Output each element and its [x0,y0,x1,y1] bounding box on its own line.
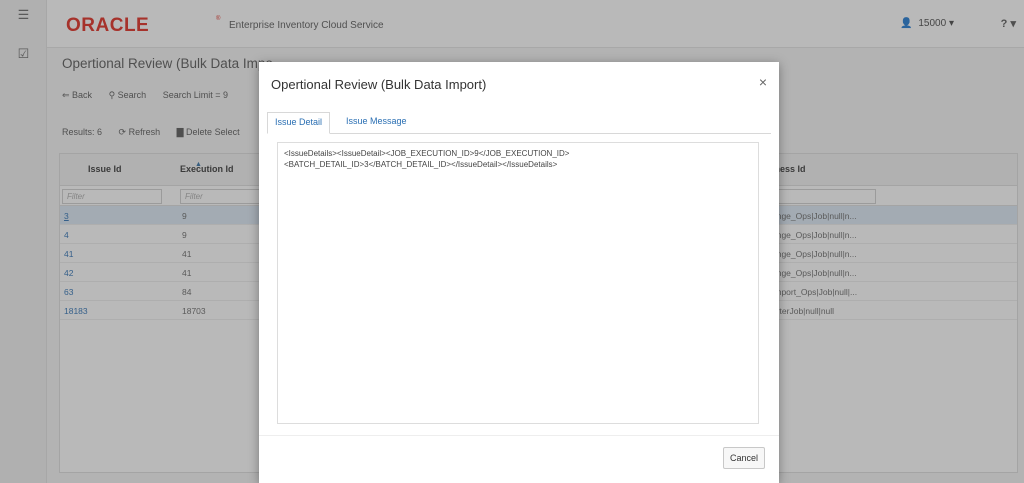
cancel-button[interactable]: Cancel [723,447,765,469]
dialog-footer: Cancel [259,435,779,483]
issue-detail-line: <BATCH_DETAIL_ID>3</BATCH_DETAIL_ID></Is… [284,160,558,169]
issue-detail-content: <IssueDetails><IssueDetail><JOB_EXECUTIO… [277,142,759,424]
dialog-tabs: Issue Detail Issue Message [267,112,771,134]
close-icon[interactable]: × [759,74,767,90]
issue-detail-line: <IssueDetails><IssueDetail><JOB_EXECUTIO… [284,149,570,158]
tab-issue-detail[interactable]: Issue Detail [267,112,331,134]
tab-issue-message[interactable]: Issue Message [339,112,414,134]
issue-dialog: Opertional Review (Bulk Data Import) × I… [259,62,779,483]
dialog-title: Opertional Review (Bulk Data Import) [271,77,487,92]
